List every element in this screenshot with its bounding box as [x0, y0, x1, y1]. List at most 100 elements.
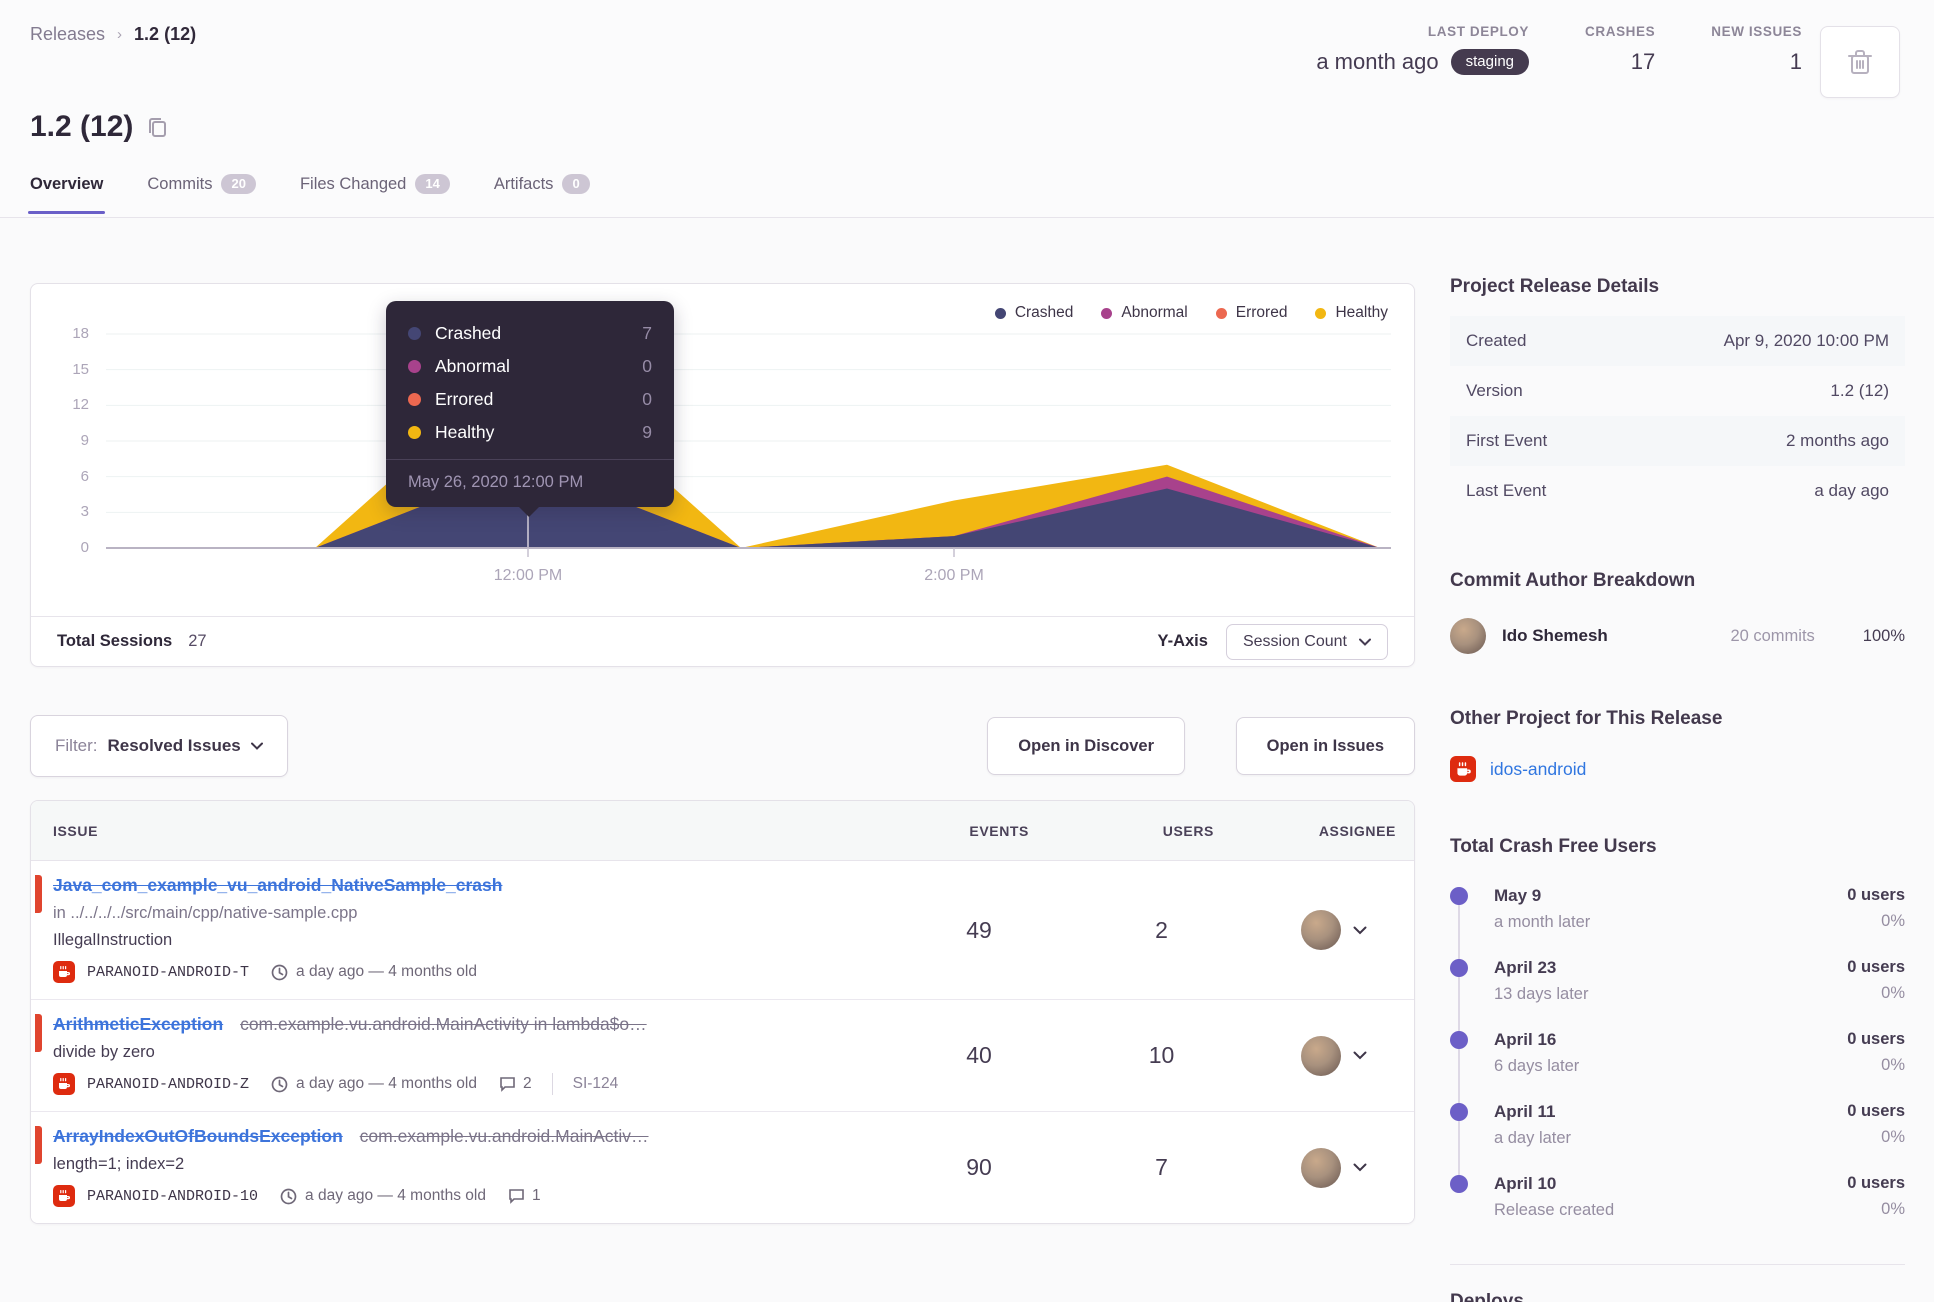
timeline-date: April 10	[1494, 1174, 1557, 1193]
tab-artifacts-label: Artifacts	[493, 174, 554, 193]
timeline-date: April 16	[1494, 1030, 1557, 1049]
tab-artifacts[interactable]: Artifacts 0	[494, 174, 590, 213]
y-axis-select[interactable]: Session Count	[1225, 623, 1388, 660]
timeline-percent: 0%	[1881, 984, 1905, 1002]
legend-healthy-dot-icon	[1315, 307, 1327, 319]
issue-row: ArithmeticException com.example.vu.andro…	[31, 1000, 1414, 1112]
chevron-down-icon	[1353, 1163, 1367, 1172]
project-badge-icon	[53, 1185, 75, 1207]
issue-culprit: com.example.vu.android.MainActivity in l…	[240, 1014, 647, 1034]
new-issues-value: 1	[1789, 49, 1802, 74]
stat-new-issues: NEW ISSUES 1	[1711, 24, 1802, 75]
chevron-down-icon	[1359, 638, 1371, 646]
timeline-entry: April 23 13 days later 0 users 0%	[1450, 958, 1905, 1004]
staging-env-badge: staging	[1450, 49, 1530, 75]
issues-filter-dropdown[interactable]: Filter: Resolved Issues	[30, 715, 288, 777]
page-header: Releases › 1.2 (12) LAST DEPLOY a month …	[0, 0, 1934, 218]
commit-author-row: Ido Shemesh 20 commits 100%	[1450, 618, 1905, 654]
tab-overview[interactable]: Overview	[27, 174, 106, 215]
issue-title-link[interactable]: ArrayIndexOutOfBoundsException	[53, 1126, 343, 1146]
y-tick-label: 0	[80, 539, 89, 556]
project-slug: PARANOID-ANDROID-10	[87, 1187, 259, 1205]
tooltip-row-abnormal: Abnormal 0	[408, 350, 652, 383]
tab-commits[interactable]: Commits 20	[147, 174, 256, 213]
timeline-users: 0 users	[1847, 958, 1905, 976]
legend-item-healthy[interactable]: Healthy	[1315, 304, 1388, 322]
issue-users-count: 2	[1155, 916, 1168, 943]
x-tick-label: 2:00 PM	[924, 567, 984, 584]
legend-item-errored[interactable]: Errored	[1215, 304, 1287, 322]
tooltip-crashed-value: 7	[642, 323, 652, 343]
tab-files-changed[interactable]: Files Changed 14	[300, 174, 450, 213]
filter-value: Resolved Issues	[107, 736, 241, 755]
issue-message: IllegalInstruction	[53, 931, 173, 949]
issue-events-count: 90	[966, 1154, 992, 1180]
crash-free-timeline: May 9 a month later 0 users 0% April 23 …	[1450, 886, 1905, 1220]
timeline-dot-icon	[1450, 1031, 1468, 1049]
issue-title-link[interactable]: ArithmeticException	[53, 1014, 223, 1034]
open-in-issues-button[interactable]: Open in Issues	[1235, 717, 1415, 775]
delete-release-button[interactable]	[1820, 26, 1900, 98]
detail-label: Version	[1466, 381, 1523, 400]
issues-toolbar: Filter: Resolved Issues Open in Discover…	[30, 715, 1415, 779]
issue-users-count: 7	[1155, 1154, 1168, 1180]
timeline-sub: a month later	[1494, 913, 1591, 931]
issue-message: length=1; index=2	[53, 1155, 185, 1173]
deploys-title: Deploys	[1450, 1264, 1905, 1302]
assignee-selector[interactable]	[1254, 1147, 1414, 1188]
issue-culprit: com.example.vu.android.MainActiv…	[359, 1126, 649, 1146]
y-tick-label: 18	[72, 325, 89, 342]
tooltip-row-healthy: Healthy 9	[408, 416, 652, 449]
project-badge-icon	[1450, 756, 1476, 782]
legend-item-crashed[interactable]: Crashed	[994, 304, 1073, 322]
issue-message: divide by zero	[53, 1043, 155, 1061]
y-tick-label: 15	[72, 360, 89, 378]
timeline-sub: 6 days later	[1494, 1057, 1580, 1075]
comments-count: 2	[522, 1075, 532, 1092]
chart-footer: Total Sessions 27 Y-Axis Session Count	[31, 616, 1414, 666]
clock-icon	[280, 1188, 297, 1204]
assignee-avatar	[1301, 910, 1341, 950]
timeline-sub: 13 days later	[1494, 985, 1589, 1003]
timeline-percent: 0%	[1881, 1128, 1905, 1146]
tooltip-healthy-dot-icon	[408, 426, 421, 439]
detail-label: Created	[1466, 331, 1527, 350]
stat-last-deploy: LAST DEPLOY a month ago staging	[1316, 24, 1530, 75]
detail-value: Apr 9, 2020 10:00 PM	[1723, 331, 1889, 350]
timeline-sub: Release created	[1494, 1201, 1615, 1219]
column-events: EVENTS	[969, 822, 1029, 839]
unhandled-indicator	[35, 1014, 42, 1052]
y-axis-label: Y-Axis	[1157, 632, 1208, 650]
timeline-date: April 11	[1494, 1102, 1556, 1121]
other-project-link[interactable]: idos-android	[1490, 759, 1586, 780]
breadcrumb-releases-link[interactable]: Releases	[30, 24, 105, 45]
tab-files-changed-badge: 14	[415, 174, 450, 195]
breadcrumb-current: 1.2 (12)	[134, 24, 197, 44]
clock-icon	[271, 1076, 288, 1092]
page-title: 1.2 (12)	[30, 110, 134, 143]
tab-files-changed-label: Files Changed	[299, 174, 407, 193]
legend-abnormal-label: Abnormal	[1121, 304, 1188, 321]
y-tick-label: 9	[80, 432, 89, 449]
copy-version-button[interactable]	[147, 116, 168, 138]
tooltip-row-errored: Errored 0	[408, 383, 652, 416]
assignee-selector[interactable]	[1254, 1035, 1414, 1076]
clock-icon	[271, 964, 288, 980]
comments-icon	[509, 1189, 524, 1204]
legend-errored-dot-icon	[1215, 307, 1227, 319]
tooltip-abnormal-label: Abnormal	[435, 356, 510, 376]
open-in-discover-button[interactable]: Open in Discover	[987, 717, 1185, 775]
assignee-selector[interactable]	[1254, 910, 1414, 950]
tab-commits-badge: 20	[221, 174, 256, 195]
last-deploy-label: LAST DEPLOY	[1427, 24, 1530, 39]
total-sessions-label: Total Sessions	[57, 632, 173, 650]
legend-item-abnormal[interactable]: Abnormal	[1101, 304, 1188, 322]
last-deploy-value: a month ago	[1316, 49, 1439, 74]
release-sidebar: Project Release Details Created Apr 9, 2…	[1450, 276, 1905, 1302]
tab-overview-label: Overview	[30, 174, 104, 193]
issue-title-link[interactable]: Java_com_example_vu_android_NativeSample…	[53, 875, 502, 895]
timeline-entry: April 11 a day later 0 users 0%	[1450, 1102, 1905, 1148]
tooltip-crashed-dot-icon	[408, 327, 421, 340]
breadcrumb-chevron-icon: ›	[117, 26, 123, 43]
timeline-percent: 0%	[1881, 1056, 1905, 1074]
